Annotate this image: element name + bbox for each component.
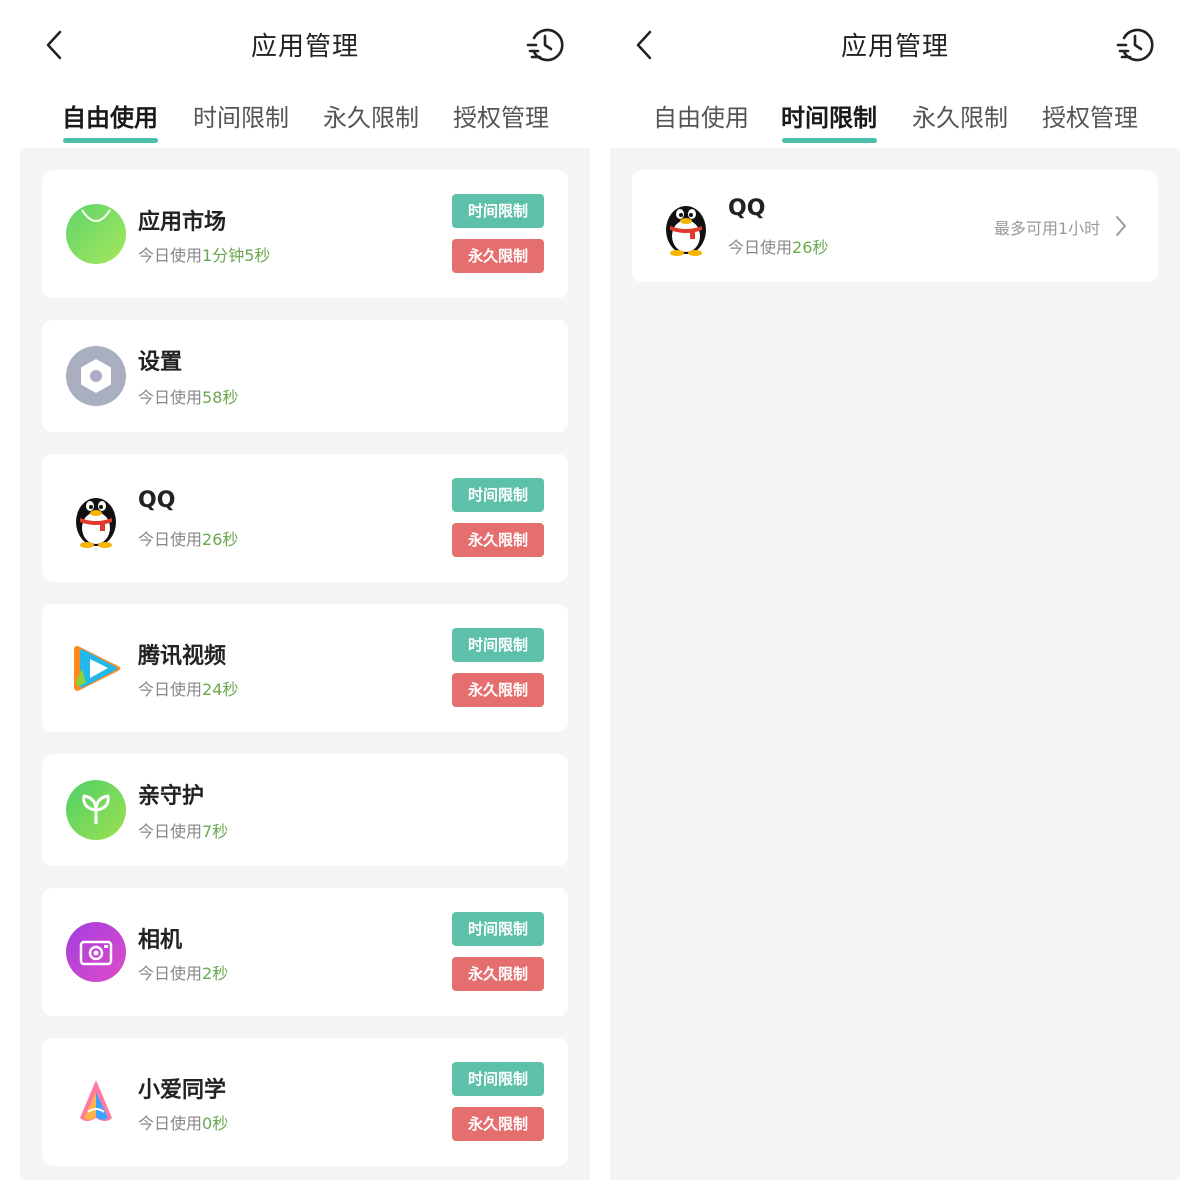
tab-time-limit[interactable]: 时间限制	[193, 98, 289, 133]
app-name: 腾讯视频	[138, 644, 227, 669]
app-list: QQ 今日使用26秒 最多可用1小时	[610, 148, 1180, 1180]
limit-value[interactable]: 最多可用1小时	[994, 215, 1100, 239]
tab-bar: 自由使用 时间限制 永久限制 授权管理	[610, 90, 1180, 148]
app-name: 亲守护	[138, 784, 205, 809]
app-usage: 今日使用26秒	[728, 238, 829, 257]
top-bar: 应用管理	[20, 0, 590, 90]
app-card[interactable]: 相机 今日使用2秒 时间限制 永久限制	[42, 888, 568, 1016]
app-name: 相机	[138, 928, 183, 953]
app-usage: 今日使用24秒	[138, 680, 239, 699]
tab-bar: 自由使用 时间限制 永久限制 授权管理	[20, 90, 590, 148]
app-name: QQ	[138, 488, 176, 513]
permanent-limit-button[interactable]: 永久限制	[452, 523, 544, 557]
time-limit-button[interactable]: 时间限制	[452, 912, 544, 946]
permanent-limit-button[interactable]: 永久限制	[452, 1107, 544, 1141]
app-name: QQ	[728, 196, 766, 221]
history-button[interactable]	[526, 26, 564, 64]
time-limit-button[interactable]: 时间限制	[452, 628, 544, 662]
page-title: 应用管理	[250, 32, 359, 62]
app-card[interactable]: QQ 今日使用26秒 最多可用1小时	[632, 170, 1158, 282]
app-market-icon	[66, 204, 126, 264]
history-clock-icon	[1116, 28, 1154, 62]
parental-guard-icon	[66, 780, 126, 840]
app-card[interactable]: 腾讯视频 今日使用24秒 时间限制 永久限制	[42, 604, 568, 732]
settings-icon	[66, 346, 126, 406]
history-clock-icon	[526, 28, 564, 62]
app-usage: 今日使用2秒	[138, 964, 229, 983]
tab-authorization[interactable]: 授权管理	[1042, 98, 1138, 133]
app-card[interactable]: QQ 今日使用26秒 时间限制 永久限制	[42, 454, 568, 582]
app-card[interactable]: 应用市场 今日使用1分钟5秒 时间限制 永久限制	[42, 170, 568, 298]
tab-free-use[interactable]: 自由使用	[62, 98, 158, 133]
chevron-right-icon[interactable]	[1114, 215, 1128, 237]
app-name: 应用市场	[138, 210, 227, 235]
app-card[interactable]: 亲守护 今日使用7秒	[42, 754, 568, 866]
page-title: 应用管理	[840, 32, 949, 62]
permanent-limit-button[interactable]: 永久限制	[452, 239, 544, 273]
app-card[interactable]: 设置 今日使用58秒	[42, 320, 568, 432]
app-name: 设置	[138, 350, 183, 375]
right-screen: 应用管理 自由使用 时间限制 永久限制 授权管理 QQ 今日使用26秒 最多可用…	[610, 0, 1180, 1180]
camera-icon	[66, 922, 126, 982]
app-name: 小爱同学	[138, 1078, 227, 1103]
tencent-video-icon	[66, 638, 126, 698]
tab-free-use[interactable]: 自由使用	[653, 98, 749, 133]
time-limit-button[interactable]: 时间限制	[452, 478, 544, 512]
app-usage: 今日使用1分钟5秒	[138, 246, 271, 265]
tab-permanent-limit[interactable]: 永久限制	[323, 98, 419, 133]
active-tab-indicator	[63, 138, 158, 143]
xiaoai-icon	[66, 1072, 126, 1132]
tab-time-limit[interactable]: 时间限制	[781, 98, 877, 133]
app-usage: 今日使用7秒	[138, 822, 229, 841]
history-button[interactable]	[1116, 26, 1154, 64]
top-bar: 应用管理	[610, 0, 1180, 90]
app-usage: 今日使用58秒	[138, 388, 239, 407]
tab-authorization[interactable]: 授权管理	[453, 98, 549, 133]
time-limit-button[interactable]: 时间限制	[452, 194, 544, 228]
app-usage: 今日使用26秒	[138, 530, 239, 549]
left-screen: 应用管理 自由使用 时间限制 永久限制 授权管理 应用市场 今日使用1分钟5秒 …	[20, 0, 590, 1180]
active-tab-indicator	[782, 138, 877, 143]
qq-penguin-icon	[66, 488, 126, 548]
app-list: 应用市场 今日使用1分钟5秒 时间限制 永久限制 设置 今日使用58秒 QQ 今…	[20, 148, 590, 1180]
tab-permanent-limit[interactable]: 永久限制	[912, 98, 1008, 133]
app-usage: 今日使用0秒	[138, 1114, 229, 1133]
permanent-limit-button[interactable]: 永久限制	[452, 673, 544, 707]
qq-penguin-icon	[656, 196, 716, 256]
time-limit-button[interactable]: 时间限制	[452, 1062, 544, 1096]
permanent-limit-button[interactable]: 永久限制	[452, 957, 544, 991]
app-card[interactable]: 小爱同学 今日使用0秒 时间限制 永久限制	[42, 1038, 568, 1166]
